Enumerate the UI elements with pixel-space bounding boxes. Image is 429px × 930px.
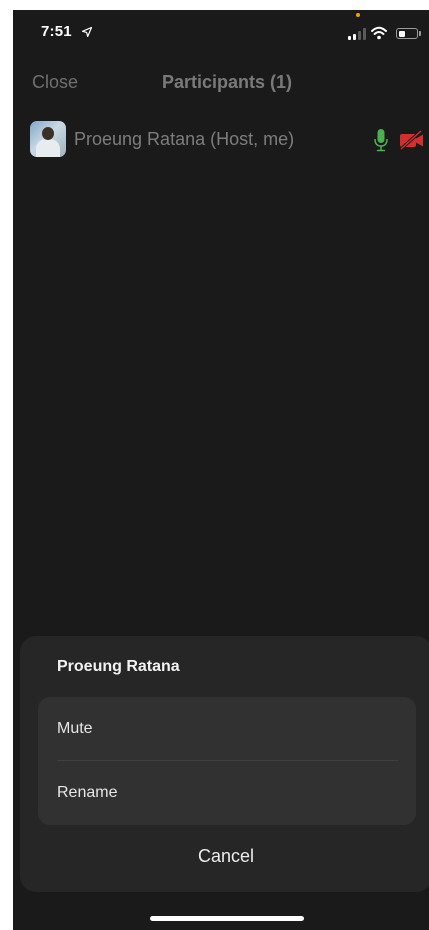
status-bar: 7:51: [13, 10, 429, 54]
mute-button[interactable]: Mute: [38, 697, 416, 761]
participants-header: Close Participants (1): [13, 62, 429, 102]
action-sheet-title: Proeung Ratana: [57, 658, 180, 675]
phone-screen: 7:51 Close Participants (1) Proeung Rata…: [13, 10, 429, 930]
home-indicator[interactable]: [150, 916, 304, 921]
cellular-signal-icon: [348, 28, 366, 40]
participant-name: Proeung Ratana (Host, me): [74, 129, 295, 149]
microphone-icon[interactable]: [374, 128, 388, 152]
rename-button[interactable]: Rename: [38, 761, 416, 825]
page-title: Participants (1): [161, 72, 293, 92]
cancel-button[interactable]: Cancel: [20, 846, 429, 867]
wifi-icon: [371, 26, 387, 40]
avatar: [30, 121, 66, 157]
battery-level: [398, 30, 405, 37]
battery-icon: [396, 28, 418, 39]
participant-action-sheet: Proeung Ratana Mute Rename Cancel: [20, 636, 429, 892]
privacy-indicator-dot: [356, 13, 360, 17]
participant-row[interactable]: Proeung Ratana (Host, me): [13, 118, 429, 162]
status-time: 7:51: [41, 23, 72, 40]
location-arrow-icon: [82, 27, 92, 37]
video-off-icon[interactable]: [399, 130, 425, 150]
battery-nub: [419, 31, 421, 36]
action-sheet-options: Mute Rename: [38, 697, 416, 825]
